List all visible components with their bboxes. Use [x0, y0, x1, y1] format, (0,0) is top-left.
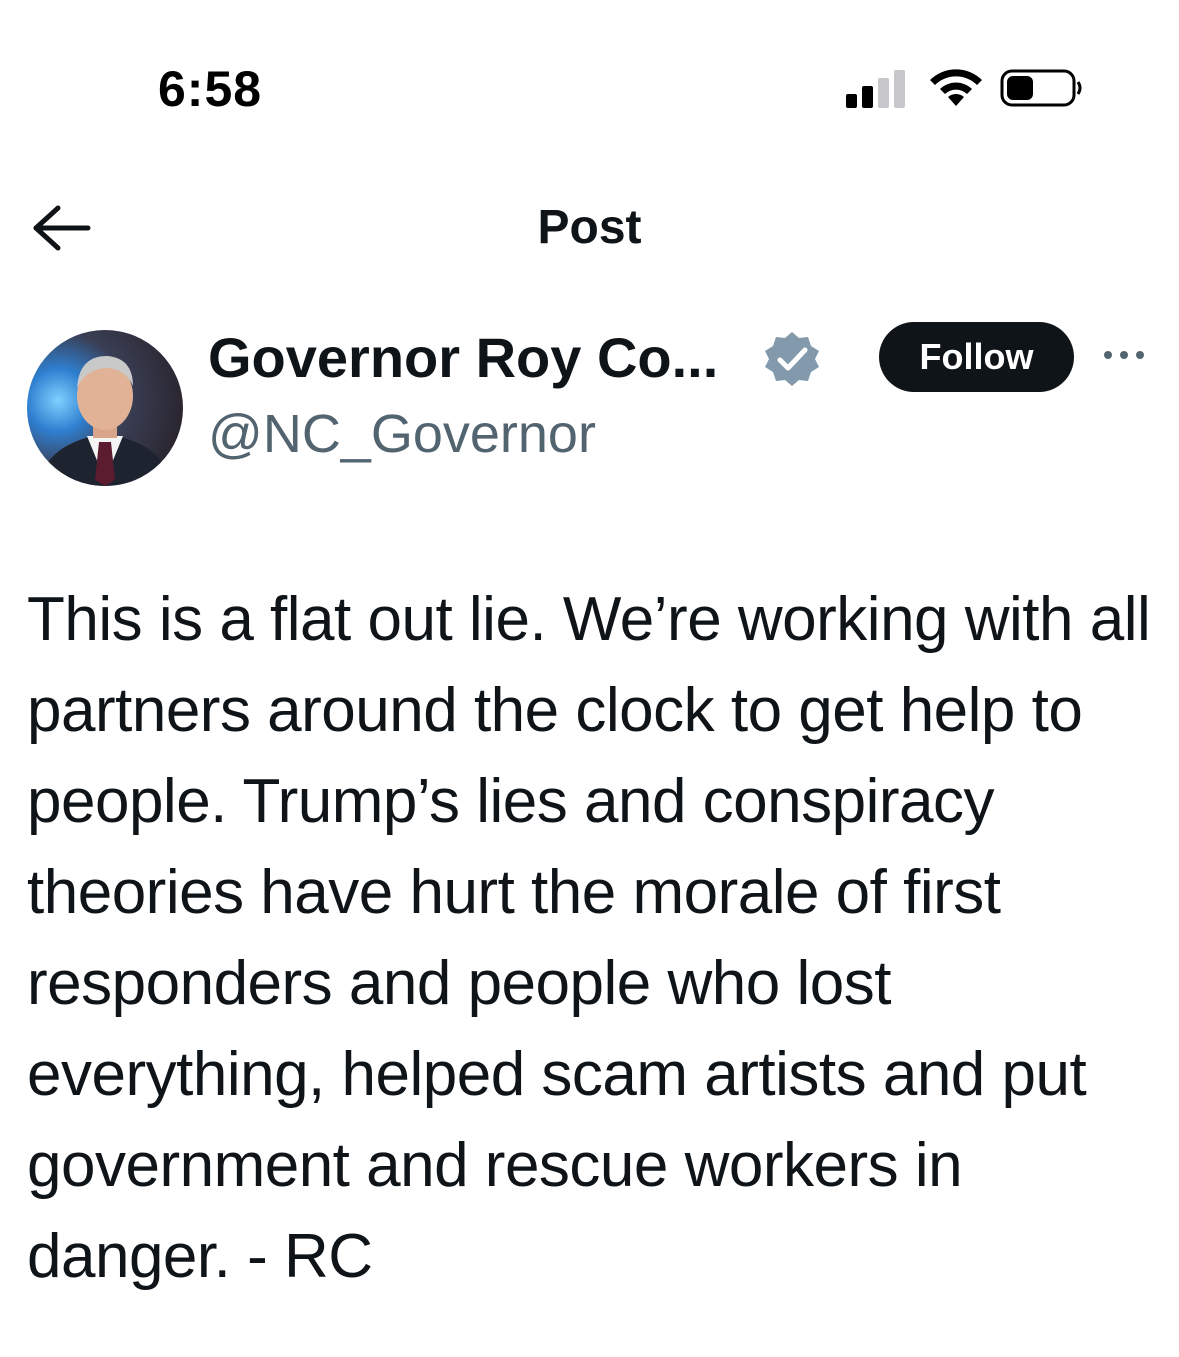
- page-title: Post: [537, 201, 642, 254]
- follow-button[interactable]: Follow: [879, 322, 1074, 392]
- verified-badge-icon: [765, 332, 819, 386]
- avatar[interactable]: [27, 330, 183, 486]
- cellular-signal-icon: [846, 68, 906, 108]
- post-screen: 6:58 Post Governor Roy Co... @NC_Governo…: [0, 0, 1179, 1357]
- more-options-icon[interactable]: [1100, 340, 1148, 370]
- battery-icon: [1000, 69, 1082, 107]
- author-handle[interactable]: @NC_Governor: [208, 403, 596, 465]
- status-time: 6:58: [158, 61, 263, 117]
- post-text: This is a flat out lie. We’re working wi…: [27, 585, 1151, 1291]
- wifi-icon: [930, 69, 982, 106]
- author-name[interactable]: Governor Roy Co...: [208, 325, 718, 390]
- status-icons: [840, 66, 1090, 110]
